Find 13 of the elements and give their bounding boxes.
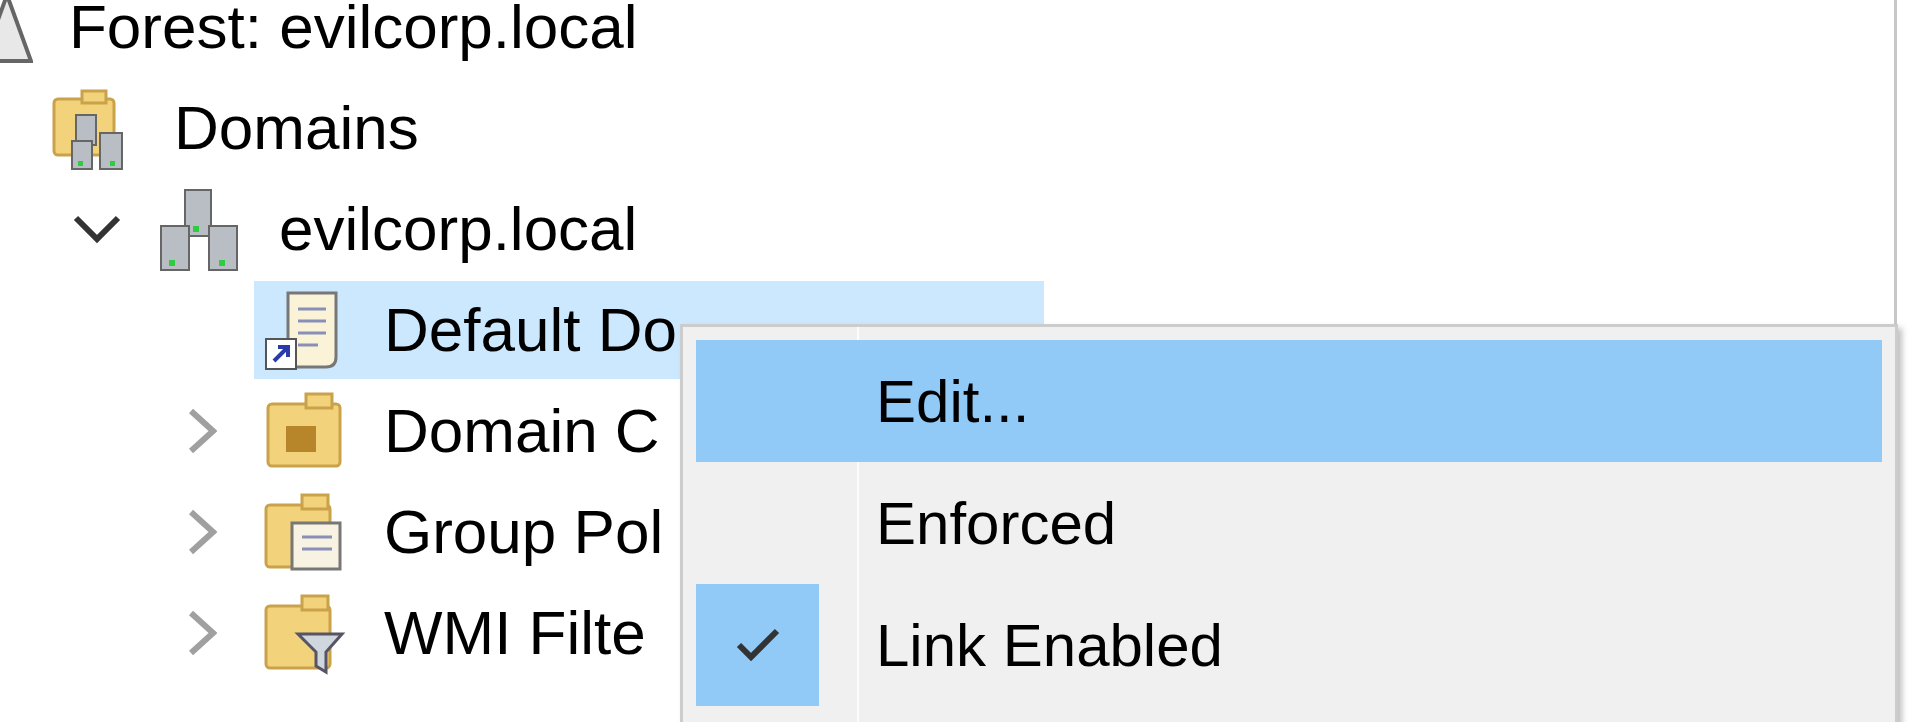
tree-item[interactable]: Domains [44, 78, 429, 177]
tree-item[interactable]: Forest: evilcorp.local [0, 0, 648, 76]
tree-item[interactable]: evilcorp.local [149, 179, 648, 278]
collapse-chevron-icon[interactable] [72, 213, 122, 244]
expand-chevron-icon[interactable] [187, 507, 217, 556]
menu-item[interactable]: Link Enabled [696, 584, 1882, 706]
menu-item[interactable]: Edit... [696, 340, 1882, 462]
tree-item[interactable]: Domain C [254, 381, 670, 480]
expand-chevron-icon[interactable] [187, 608, 217, 657]
expand-chevron-icon[interactable] [187, 406, 217, 455]
menu-item[interactable]: Enforced [696, 462, 1882, 584]
tree-item[interactable]: Group Pol [254, 482, 674, 581]
tree-item[interactable]: WMI Filte [254, 583, 656, 682]
